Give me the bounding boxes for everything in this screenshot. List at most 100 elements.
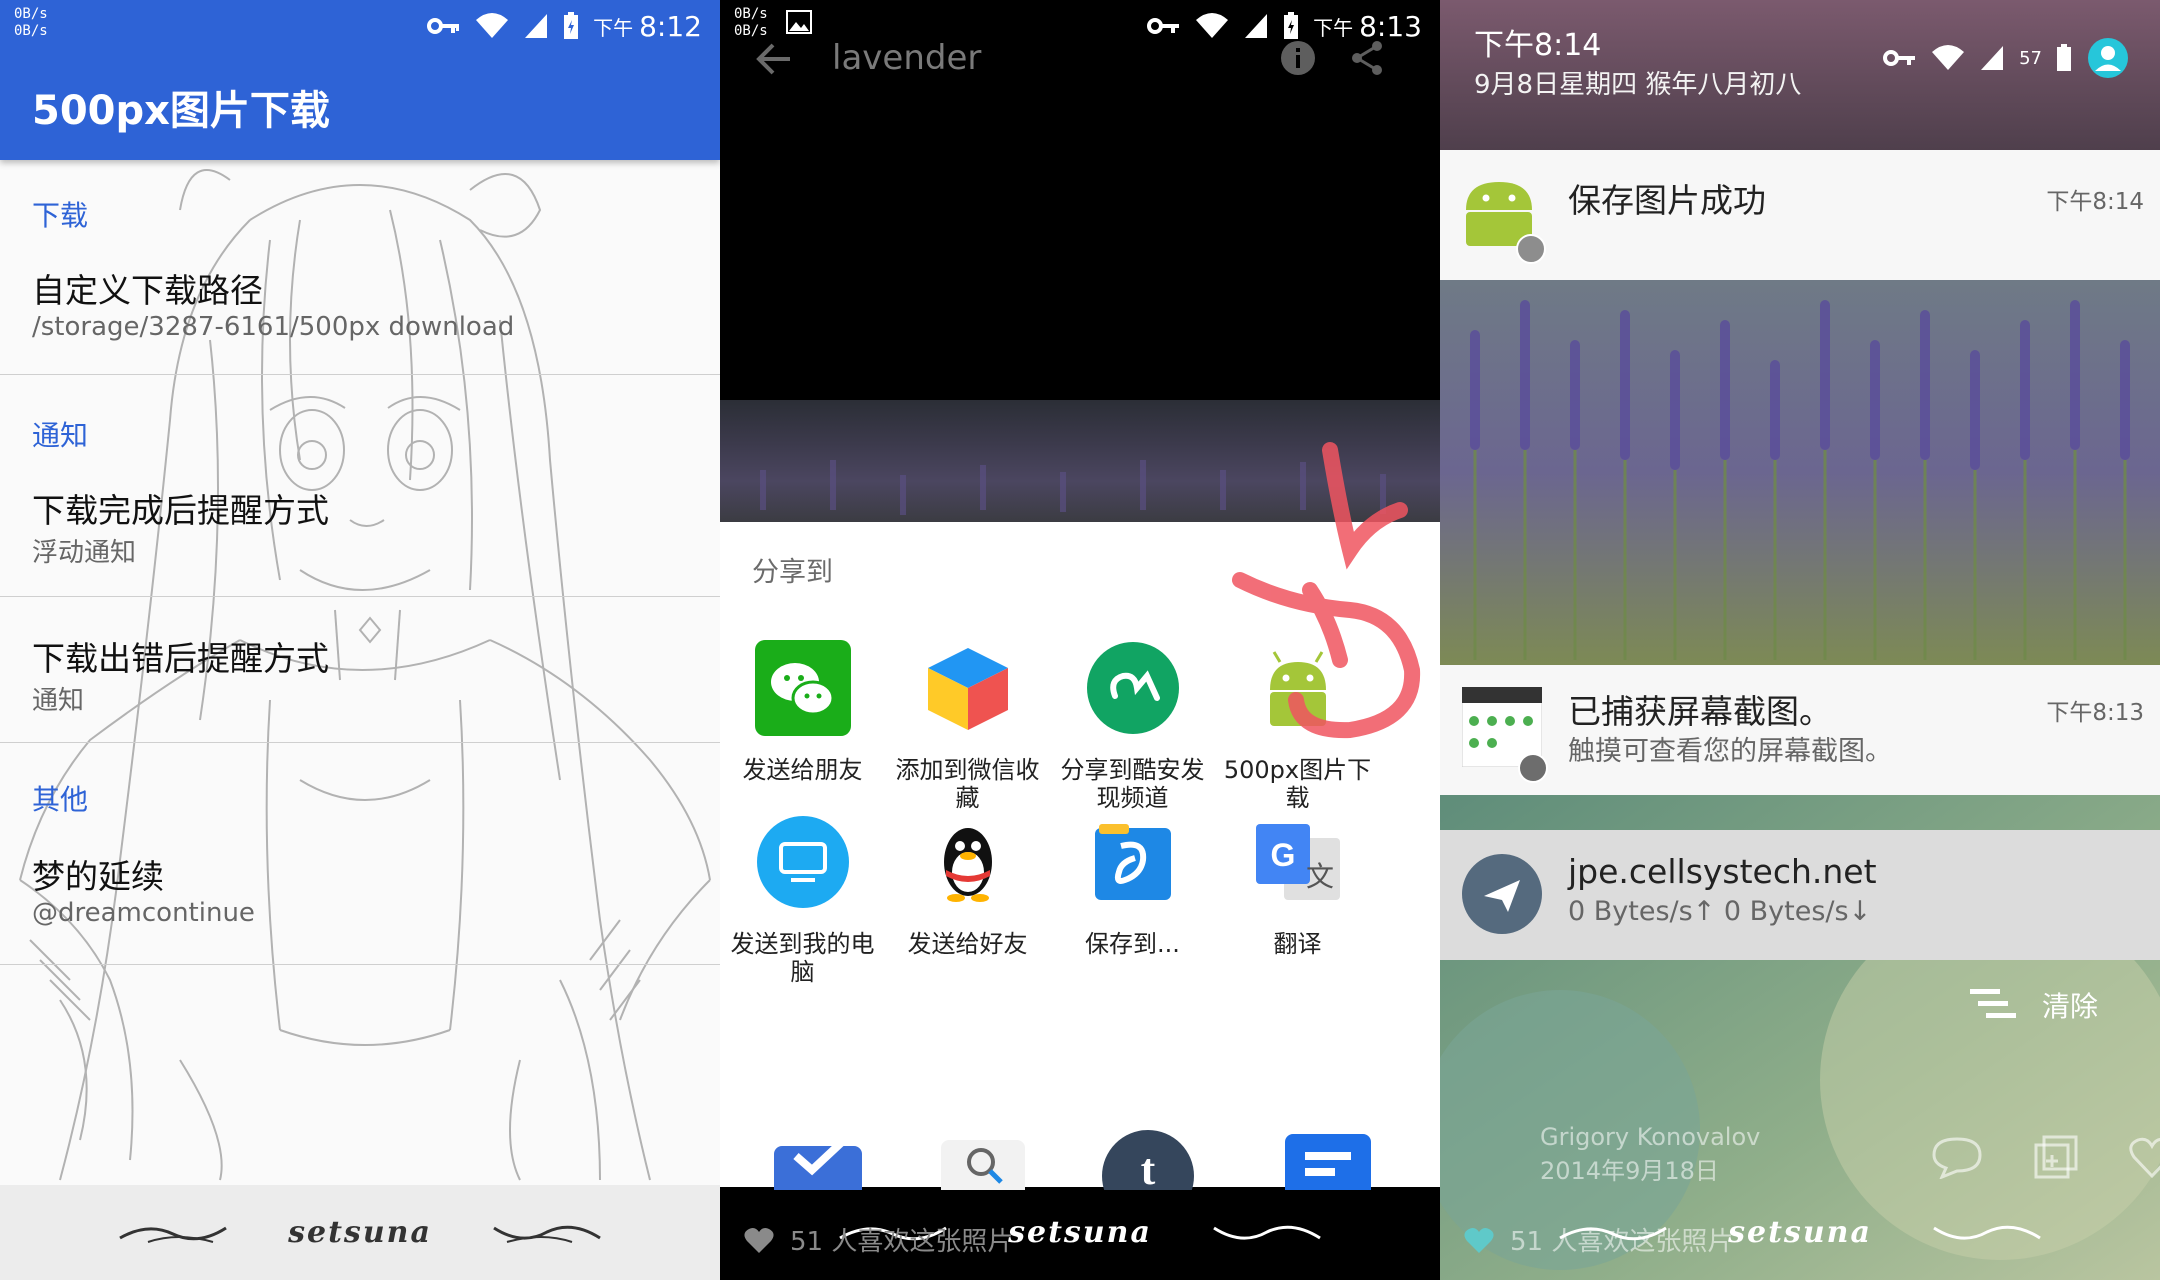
share-target-label: 发送给朋友: [742, 756, 863, 784]
network-speed: 0B/s 0B/s: [14, 6, 48, 40]
status-ampm: 下午: [593, 15, 634, 40]
qq-penguin-icon: [943, 828, 992, 902]
app-bar: 0B/s 0B/s 下午 8:12 500px图片下载: [0, 0, 720, 160]
setting-subtitle: 浮动通知: [32, 538, 137, 568]
category-download: 下载: [32, 199, 89, 232]
image-notification-icon: [786, 10, 812, 34]
share-target-wechat-favorite[interactable]: 添加到微信收藏: [885, 640, 1050, 812]
share-target-translate[interactable]: G文 翻译: [1215, 814, 1380, 958]
settings-screen: 0B/s 0B/s 下午 8:12 500px图片下载 下载 自定义下载路径 /…: [0, 0, 720, 1280]
info-icon[interactable]: [1280, 40, 1316, 76]
status-clock: 8:13: [1359, 9, 1422, 43]
divider: [0, 374, 720, 375]
inbox-check-icon[interactable]: [770, 1130, 866, 1190]
clear-all-button[interactable]: 清除: [1970, 985, 2098, 1025]
svg-text:文: 文: [1305, 860, 1333, 893]
notification-vpn[interactable]: jpe.cellsystech.net 0 Bytes/s↑ 0 Bytes/s…: [1440, 830, 2160, 960]
setting-title: 梦的延续: [32, 857, 164, 896]
back-arrow-icon[interactable]: [756, 42, 792, 76]
notification-time: 下午8:14: [2046, 189, 2144, 215]
share-target-label: 500px图片下载: [1223, 756, 1372, 812]
search-app-icon[interactable]: [935, 1134, 1031, 1190]
add-to-collection-icon[interactable]: [2034, 1135, 2078, 1179]
share-target-label: 发送到我的电脑: [730, 930, 875, 986]
setting-title: 下载完成后提醒方式: [32, 491, 329, 530]
share-target-label: 保存到...: [1085, 930, 1180, 958]
share-target-coolapk[interactable]: 分享到酷安发现频道: [1050, 640, 1215, 812]
flourish-left-icon: [119, 1226, 227, 1243]
wifi-icon: [476, 13, 509, 38]
notification-shade: 下午8:14 9月8日星期四 猴年八月初八 57 保存图片成功 下午8:14 已…: [1440, 0, 2160, 1280]
notification-save-success[interactable]: 保存图片成功 下午8:14: [1440, 150, 2160, 280]
battery-icon: [2057, 44, 2071, 71]
shade-status-icons: 57: [1883, 36, 2130, 80]
vpn-key-icon: [1883, 50, 1916, 66]
flourish-right-icon: [1933, 1225, 2041, 1239]
photo-actions: [1930, 1135, 2160, 1179]
user-avatar-icon[interactable]: [2086, 36, 2130, 80]
credit-date: 2014年9月18日: [1540, 1157, 1719, 1185]
flourish-right-icon: [1213, 1225, 1321, 1239]
wifi-icon: [1196, 13, 1229, 38]
file-manager-icon: [1094, 824, 1171, 900]
computer-icon: [756, 816, 849, 908]
category-other: 其他: [32, 783, 89, 816]
notification-time: 下午8:13: [2046, 700, 2144, 726]
shade-date[interactable]: 9月8日星期四 猴年八月初八: [1474, 64, 1801, 101]
wechat-icon: [754, 640, 851, 736]
like-heart-icon[interactable]: [2128, 1135, 2160, 1179]
svg-text:G: G: [1270, 837, 1295, 873]
share-target-label: 添加到微信收藏: [895, 756, 1040, 812]
photo-credit: Grigory Konovalov 2014年9月18日: [1540, 1120, 1760, 1188]
divider: [0, 964, 720, 965]
category-notification: 通知: [32, 419, 89, 452]
heart-icon[interactable]: [744, 1226, 774, 1254]
comment-icon[interactable]: [1930, 1135, 1984, 1179]
signature-text: setsuna: [1008, 1215, 1152, 1250]
clear-all-icon: [1970, 989, 2016, 1018]
photo-viewer-top: [720, 0, 1440, 400]
tumblr-icon[interactable]: t: [1100, 1128, 1196, 1190]
blue-app-icon[interactable]: [1285, 1134, 1371, 1190]
signature-bar: setsuna: [0, 1185, 720, 1280]
signal-icon: [525, 14, 548, 38]
share-sheet-title: 分享到: [752, 557, 833, 588]
share-target-my-computer[interactable]: 发送到我的电脑: [720, 814, 885, 986]
red-annotation-arrow: [1232, 442, 1421, 739]
send-plane-icon: [1462, 854, 1542, 934]
notification-screenshot[interactable]: 已捕获屏幕截图。 触摸可查看您的屏幕截图。 下午8:13: [1440, 665, 2160, 795]
shade-time: 下午8:14: [1474, 28, 1602, 63]
credit-name: Grigory Konovalov: [1540, 1123, 1761, 1151]
share-target-wechat-friend[interactable]: 发送给朋友: [720, 640, 885, 784]
notification-title: 已捕获屏幕截图。: [1568, 692, 1832, 731]
notification-text: 触摸可查看您的屏幕截图。: [1568, 736, 1892, 767]
notification-title: jpe.cellsystech.net: [1568, 852, 1877, 891]
setting-subtitle: /storage/3287-6161/500px download: [32, 312, 515, 342]
notification-text: 0 Bytes/s↑ 0 Bytes/s↓: [1568, 896, 1872, 927]
battery-percent: 57: [2019, 47, 2042, 69]
vpn-key-icon: [427, 18, 460, 34]
vpn-key-icon: [1147, 18, 1180, 34]
net-up-speed: 0B/s: [734, 6, 768, 22]
svg-text:t: t: [1141, 1145, 1156, 1190]
signature-bar: setsuna: [1440, 1185, 2160, 1280]
status-clock: 8:12: [639, 9, 702, 43]
setting-title: 自定义下载路径: [32, 271, 263, 310]
battery-icon: [564, 12, 579, 39]
likes-row: 51 人喜欢这张照片: [744, 1221, 1013, 1258]
coolapk-icon: [1086, 642, 1179, 734]
image-badge-icon: [1518, 753, 1548, 783]
likes-count: 51 人喜欢这张照片: [790, 1227, 1014, 1257]
setting-title: 下载出错后提醒方式: [32, 639, 329, 678]
flourish-right-icon: [493, 1225, 601, 1243]
image-badge-icon: [1516, 234, 1546, 264]
share-target-qq-friend[interactable]: 发送给好友: [885, 814, 1050, 958]
status-bar: 0B/s 0B/s 下午 8:13: [720, 0, 1440, 50]
share-icon[interactable]: [1350, 40, 1384, 76]
share-target-save-to[interactable]: 保存到...: [1050, 814, 1215, 958]
net-down-speed: 0B/s: [734, 23, 768, 39]
share-screen: 0B/s 0B/s 下午 8:13 lavender 分享到 发送给朋友 添加到…: [720, 0, 1440, 1280]
network-speed: 0B/s 0B/s: [734, 6, 768, 40]
status-bar: 0B/s 0B/s 下午 8:12: [0, 0, 720, 50]
net-down-speed: 0B/s: [14, 23, 48, 39]
